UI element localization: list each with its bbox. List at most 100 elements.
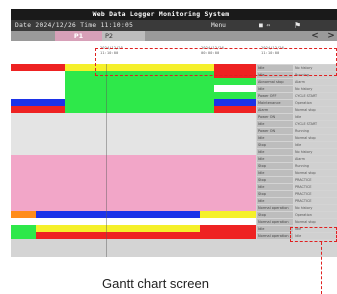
row-status-info: Normal stop (294, 106, 337, 113)
row-status-info: Operation (294, 211, 337, 218)
gantt-segment (64, 92, 256, 99)
row-status-label: Stop (257, 211, 293, 218)
prev-page-button[interactable]: < (309, 31, 321, 41)
gantt-row[interactable]: Abnormal stop Alarm (11, 78, 337, 85)
row-status-label: Idle (257, 134, 293, 141)
gantt-segment (11, 99, 65, 106)
row-status-info: CYCLE START (294, 92, 337, 99)
gantt-row[interactable]: Idle Normal stop (11, 169, 337, 176)
gantt-bar-track (11, 232, 256, 239)
gantt-row[interactable]: Normal operation Idle (11, 232, 337, 239)
gantt-segment (11, 85, 65, 92)
gantt-segment (11, 148, 256, 155)
row-status-label: Normal operation (257, 218, 293, 225)
row-status-info: PRACTICE (294, 176, 337, 183)
row-status-label: Power ON (257, 113, 293, 120)
row-status-label: Idle (257, 85, 293, 92)
gantt-row[interactable]: Idle CYCLE START (11, 120, 337, 127)
gantt-segment (11, 225, 36, 232)
row-status-label: Stop (257, 162, 293, 169)
row-status-label: Idle (257, 225, 293, 232)
gantt-bar-track (11, 197, 256, 204)
gantt-bar-track (11, 120, 256, 127)
gantt-bar-track (11, 78, 256, 85)
gantt-segment (11, 218, 256, 225)
gantt-bar-track (11, 155, 256, 162)
gantt-segment (64, 85, 215, 92)
row-status-info: Alarm (294, 155, 337, 162)
row-status-label: Stop (257, 176, 293, 183)
gantt-row[interactable]: Stop Operation (11, 211, 337, 218)
datetime-display: Date 2024/12/26 Time 11:10:05 (15, 21, 134, 29)
gantt-segment (214, 99, 256, 106)
gantt-segment (11, 176, 256, 183)
gantt-row[interactable]: Idle Idle (11, 225, 337, 232)
gantt-row[interactable]: Maintenance Operation (11, 99, 337, 106)
tab-p1[interactable]: P1 (55, 31, 102, 41)
row-status-info: Running (294, 127, 337, 134)
row-status-label: Normal operation (257, 204, 293, 211)
row-status-info: Alarm (294, 78, 337, 85)
gantt-row[interactable]: Stop PRACTICE (11, 190, 337, 197)
row-status-label: Stop (257, 141, 293, 148)
gantt-segment (11, 134, 256, 141)
gantt-bar-track (11, 225, 256, 232)
gantt-row[interactable]: Power OFF CYCLE START (11, 92, 337, 99)
gantt-segment (35, 232, 256, 239)
gantt-row[interactable]: Idle No history (11, 85, 337, 92)
gantt-bar-track (11, 190, 256, 197)
gantt-segment (11, 78, 65, 85)
gantt-segment (11, 183, 256, 190)
gantt-segment (11, 211, 36, 218)
gantt-segment (11, 106, 65, 113)
gantt-bar-track (11, 183, 256, 190)
gantt-bar-track (11, 127, 256, 134)
highlight-box-row (290, 227, 337, 242)
next-page-button[interactable]: > (325, 31, 337, 41)
gantt-segment (64, 99, 215, 106)
gantt-segment (214, 85, 256, 92)
menu-button[interactable]: Menu (211, 22, 226, 29)
gantt-row[interactable]: Power ON Running (11, 127, 337, 134)
row-status-label: Normal operation (257, 232, 293, 239)
gantt-row[interactable]: Normal operation No history (11, 204, 337, 211)
row-status-info: No history (294, 85, 337, 92)
row-status-info: Idle (294, 141, 337, 148)
gantt-segment (11, 190, 256, 197)
gantt-row[interactable]: Idle Normal stop (11, 134, 337, 141)
row-status-label: Idle (257, 183, 293, 190)
gantt-row[interactable]: Stop Running (11, 162, 337, 169)
tab-bar: P1 P2 < > (11, 31, 337, 41)
row-status-info: PRACTICE (294, 183, 337, 190)
row-status-label: Power OFF (257, 92, 293, 99)
tool-icon[interactable]: ⚑ (294, 20, 301, 31)
gantt-bar-track (11, 176, 256, 183)
gantt-segment (11, 141, 256, 148)
gantt-bar-track (11, 148, 256, 155)
gantt-row[interactable]: Stop PRACTICE (11, 176, 337, 183)
gantt-segment (11, 204, 256, 211)
tab-p2[interactable]: P2 (102, 31, 145, 41)
row-status-info: Normal stop (294, 218, 337, 225)
figure-caption: Gantt chart screen (102, 276, 209, 291)
gantt-bar-track (11, 204, 256, 211)
gantt-segment (199, 225, 256, 232)
download-button[interactable]: ■ ⇔ (259, 22, 270, 29)
gantt-row[interactable]: Idle PRACTICE (11, 183, 337, 190)
gantt-row[interactable]: Normal operation Normal stop (11, 218, 337, 225)
gantt-segment (11, 127, 256, 134)
gantt-row[interactable]: Idle No history (11, 148, 337, 155)
row-status-label: Power ON (257, 127, 293, 134)
gantt-segment (11, 197, 256, 204)
gantt-row[interactable]: Idle Alarm (11, 155, 337, 162)
app-title: Web Data Logger Monitoring System (92, 10, 230, 18)
gantt-row[interactable]: Power ON Idle (11, 113, 337, 120)
gantt-row[interactable]: Stop Idle (11, 141, 337, 148)
gantt-row[interactable]: Idle PRACTICE (11, 197, 337, 204)
gantt-row[interactable]: Alarm Normal stop (11, 106, 337, 113)
row-status-info: Normal stop (294, 169, 337, 176)
row-status-label: Abnormal stop (257, 78, 293, 85)
gantt-segment (11, 169, 256, 176)
row-status-info: Idle (294, 113, 337, 120)
status-bar: Date 2024/12/26 Time 11:10:05 Menu ■ ⇔ ⚑ (11, 20, 337, 31)
